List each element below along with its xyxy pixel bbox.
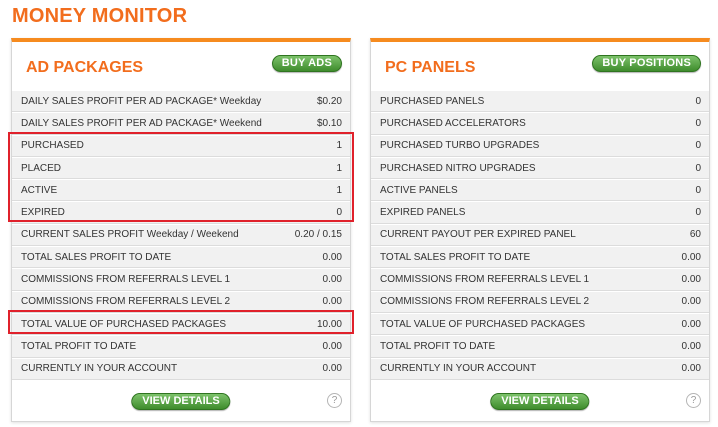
row-label: DAILY SALES PROFIT PER AD PACKAGE* Weekd… [21,95,262,107]
table-row: ACTIVE PANELS 0 [371,179,709,202]
row-value: 0.00 [681,363,701,375]
row-value: 0.00 [322,296,342,308]
table-row: PURCHASED TURBO UPGRADES 0 [371,134,709,157]
row-label: PURCHASED NITRO UPGRADES [380,162,536,174]
row-value: $0.20 [316,95,342,107]
row-value: 0 [695,162,701,174]
row-label: COMMISSIONS FROM REFERRALS LEVEL 1 [380,274,590,286]
table-row: COMMISSIONS FROM REFERRALS LEVEL 1 0.00 [12,268,350,291]
table-row: DAILY SALES PROFIT PER AD PACKAGE* Weekd… [12,90,350,113]
row-value: 0.00 [322,340,342,352]
table-row: TOTAL SALES PROFIT TO DATE 0.00 [371,246,709,269]
row-label: TOTAL SALES PROFIT TO DATE [21,251,172,263]
row-value: 0.00 [322,274,342,286]
table-row: COMMISSIONS FROM REFERRALS LEVEL 2 0.00 [371,290,709,313]
table-row: PURCHASED ACCELERATORS 0 [371,112,709,135]
row-label: TOTAL SALES PROFIT TO DATE [380,251,531,263]
row-label: PURCHASED ACCELERATORS [380,117,526,129]
row-label: DAILY SALES PROFIT PER AD PACKAGE* Weeke… [21,117,262,129]
ad-packages-title: AD PACKAGES [26,59,144,76]
row-value: 0 [695,184,701,196]
ad-packages-footer: VIEW DETAILS ? [12,385,350,421]
table-row: EXPIRED 0 [12,201,350,224]
row-label: EXPIRED [21,207,65,219]
page-title: MONEY MONITOR [12,5,188,27]
table-row: CURRENT SALES PROFIT Weekday / Weekend 0.… [12,223,350,247]
row-value: 0.00 [322,363,342,375]
table-row: CURRENTLY IN YOUR ACCOUNT 0.00 [371,357,709,380]
help-icon[interactable]: ? [327,393,342,408]
buy-ads-button[interactable]: BUY ADS [271,55,342,72]
table-row: PLACED 1 [12,156,350,180]
table-row: ACTIVE 1 [12,179,350,202]
row-value: 1 [336,184,342,196]
table-row: CURRENT PAYOUT PER EXPIRED PANEL 60 [371,223,709,247]
row-value: 0 [695,117,701,129]
table-row: COMMISSIONS FROM REFERRALS LEVEL 1 0.00 [371,268,709,291]
row-label: COMMISSIONS FROM REFERRALS LEVEL 2 [21,296,231,308]
table-row: DAILY SALES PROFIT PER AD PACKAGE* Weeke… [12,112,350,135]
row-value: 0.00 [681,296,701,308]
row-value: 0.00 [322,251,342,263]
ad-packages-view-details-button[interactable]: VIEW DETAILS [131,393,231,410]
table-row: TOTAL PROFIT TO DATE 0.00 [371,335,709,358]
row-label: CURRENT PAYOUT PER EXPIRED PANEL [380,229,576,241]
pc-panels-view-details-button[interactable]: VIEW DETAILS [490,393,590,410]
row-label: TOTAL PROFIT TO DATE [21,340,137,352]
row-label: PURCHASED PANELS [380,95,485,107]
row-value: 1 [336,140,342,152]
row-label: ACTIVE PANELS [380,184,458,196]
table-row: CURRENTLY IN YOUR ACCOUNT 0.00 [12,357,350,380]
ad-packages-header: AD PACKAGES BUY ADS [12,42,350,90]
row-value: 0.00 [681,318,701,330]
pc-panels-rows: PURCHASED PANELS 0 PURCHASED ACCELERATORS… [371,90,709,380]
row-label: CURRENT SALES PROFIT Weekday / Weekend [21,229,239,241]
row-label: CURRENTLY IN YOUR ACCOUNT [21,363,178,375]
row-label: CURRENTLY IN YOUR ACCOUNT [380,363,537,375]
row-value: $0.10 [316,117,342,129]
table-row: TOTAL VALUE OF PURCHASED PACKAGES 10.00 [12,312,350,336]
row-label: TOTAL VALUE OF PURCHASED PACKAGES [21,318,227,330]
table-row: EXPIRED PANELS 0 [371,201,709,224]
row-value: 1 [336,162,342,174]
row-value: 10.00 [316,318,342,330]
table-row: PURCHASED 1 [12,134,350,157]
row-value: 60 [689,229,701,241]
ad-packages-rows: DAILY SALES PROFIT PER AD PACKAGE* Weekd… [12,90,350,380]
table-row: TOTAL VALUE OF PURCHASED PACKAGES 0.00 [371,312,709,336]
pc-panels-title: PC PANELS [385,59,476,76]
pc-panels-footer: VIEW DETAILS ? [371,385,709,421]
row-value: 0.20 / 0.15 [294,229,342,241]
table-row: TOTAL PROFIT TO DATE 0.00 [12,335,350,358]
pc-panels-panel: PC PANELS BUY POSITIONS PURCHASED PANELS… [370,38,710,422]
row-value: 0.00 [681,251,701,263]
row-label: EXPIRED PANELS [380,207,466,219]
row-label: ACTIVE [21,184,58,196]
table-row: PURCHASED PANELS 0 [371,90,709,113]
row-value: 0 [695,207,701,219]
row-label: TOTAL VALUE OF PURCHASED PACKAGES [380,318,586,330]
buy-positions-button[interactable]: BUY POSITIONS [592,55,701,72]
table-row: COMMISSIONS FROM REFERRALS LEVEL 2 0.00 [12,290,350,313]
row-label: TOTAL PROFIT TO DATE [380,340,496,352]
row-label: PLACED [21,162,62,174]
row-label: PURCHASED TURBO UPGRADES [380,140,540,152]
table-row: TOTAL SALES PROFIT TO DATE 0.00 [12,246,350,269]
row-value: 0 [695,95,701,107]
table-row: PURCHASED NITRO UPGRADES 0 [371,156,709,180]
help-icon[interactable]: ? [686,393,701,408]
ad-packages-panel: AD PACKAGES BUY ADS DAILY SALES PROFIT P… [11,38,351,422]
row-label: COMMISSIONS FROM REFERRALS LEVEL 2 [380,296,590,308]
row-value: 0.00 [681,340,701,352]
pc-panels-header: PC PANELS BUY POSITIONS [371,42,709,90]
row-value: 0 [695,140,701,152]
row-value: 0 [336,207,342,219]
row-value: 0.00 [681,274,701,286]
row-label: COMMISSIONS FROM REFERRALS LEVEL 1 [21,274,231,286]
row-label: PURCHASED [21,140,84,152]
